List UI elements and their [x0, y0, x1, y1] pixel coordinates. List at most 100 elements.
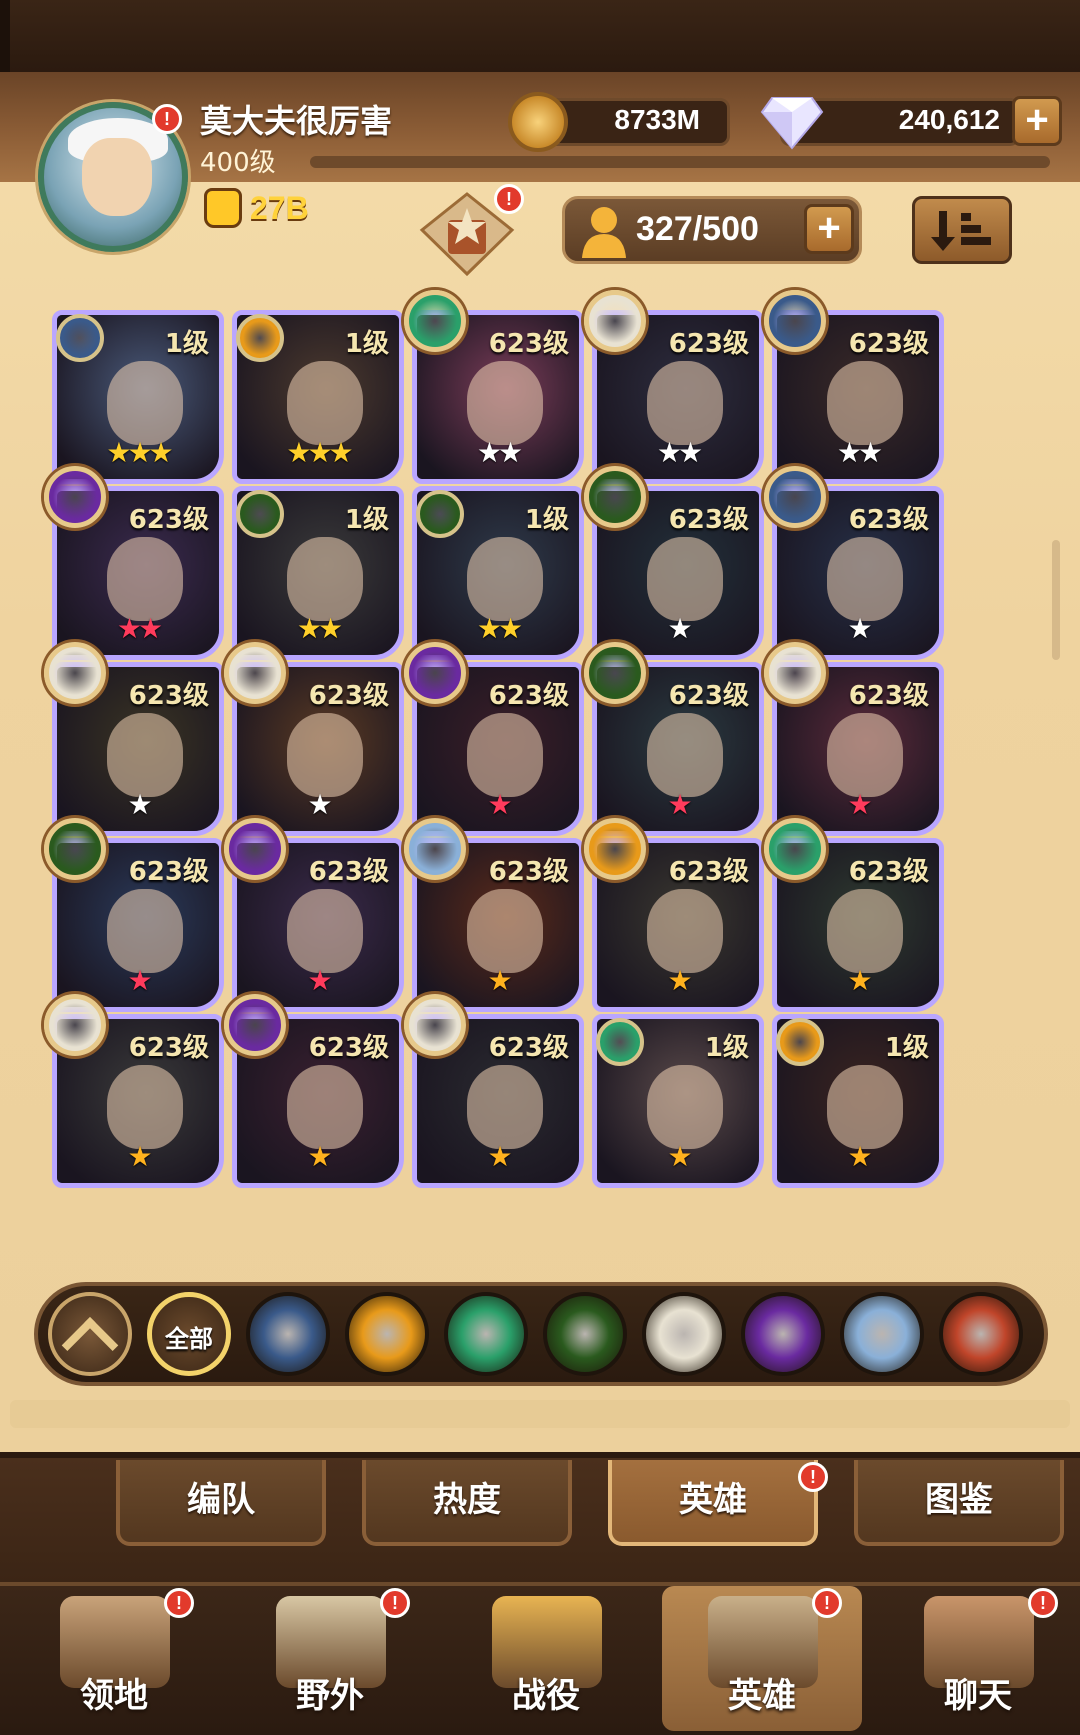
hero-head: [827, 361, 903, 445]
hero-stars: ★: [127, 964, 152, 997]
add-diamonds-button[interactable]: +: [1012, 96, 1062, 146]
mauler-faction-icon: [776, 1018, 824, 1066]
avatar-face: [82, 138, 152, 216]
hero-stars: ★: [847, 612, 872, 645]
wilder-faction-icon: [596, 1018, 644, 1066]
hero-level: 1级: [344, 505, 389, 535]
hero-stars: ★: [847, 788, 872, 821]
person-icon: [582, 207, 626, 258]
filter-wilder-button[interactable]: [444, 1292, 528, 1376]
player-level: 400级: [200, 148, 276, 178]
lightbearer-faction-icon: [764, 466, 826, 528]
chevron-up-icon: [61, 1317, 119, 1374]
hero-grid: 1级 ★★★ 1级 ★★★ 623级 ★★ 623级 ★★ 623级 ★★ 623级 ★★ 1级 ★★ 1级…: [44, 290, 1032, 1270]
filter-mauler-button[interactable]: [345, 1292, 429, 1376]
nav-label: 英雄: [728, 1676, 796, 1716]
graveborn-faction-icon: [44, 818, 106, 880]
graveborn-faction-icon: [584, 642, 646, 704]
hero-stars: ★: [487, 964, 512, 997]
hero-head: [647, 713, 723, 797]
hero-head: [107, 361, 183, 445]
hero-stars: ★: [667, 1140, 692, 1173]
player-power: 27B: [250, 190, 309, 226]
hero-head: [647, 889, 723, 973]
player-xp-bar: [310, 156, 1050, 168]
graveborn-faction-icon: [416, 490, 464, 538]
celestial-faction-icon: [44, 994, 106, 1056]
hero-stars: ★★★: [106, 436, 173, 469]
hero-head: [467, 361, 543, 445]
hero-stars: ★: [487, 1140, 512, 1173]
sort-icon: [931, 211, 991, 251]
hero-level: 623级: [668, 857, 749, 887]
hero-level: 1级: [164, 329, 209, 359]
add-hero-slots-button[interactable]: +: [804, 204, 854, 254]
hero-level: 1级: [524, 505, 569, 535]
hero-head: [827, 1065, 903, 1149]
hero-head: [287, 537, 363, 621]
hero-level: 623级: [488, 329, 569, 359]
roster-scrollbar[interactable]: [1052, 540, 1060, 660]
hero-stars: ★★: [476, 436, 523, 469]
tab-2[interactable]: 英雄: [608, 1460, 818, 1546]
tab-0[interactable]: 编队: [116, 1460, 326, 1546]
nav-label: 聊天: [944, 1676, 1012, 1716]
power-fist-icon: [204, 188, 242, 228]
hero-stars: ★: [847, 1140, 872, 1173]
hero-stars: ★: [307, 964, 332, 997]
hero-stars: ★: [127, 788, 152, 821]
lightbearer-faction-icon: [764, 290, 826, 352]
sort-button[interactable]: [912, 196, 1012, 264]
hero-stars: ★★: [476, 612, 523, 645]
tab-label: 英雄: [679, 1480, 747, 1520]
graveborn-faction-icon: [584, 466, 646, 528]
filter-graveborn-button[interactable]: [543, 1292, 627, 1376]
tab-notification-badge: !: [798, 1462, 828, 1492]
nav-notification-badge: !: [1028, 1588, 1058, 1618]
hero-level: 623级: [308, 857, 389, 887]
hero-slots-count: 327/500: [636, 210, 759, 248]
diamond-amount: 240,612: [898, 104, 1000, 135]
celestial-faction-icon: [224, 642, 286, 704]
hero-level: 623级: [308, 681, 389, 711]
hero-head: [647, 1065, 723, 1149]
emblem-notification-badge: !: [494, 184, 524, 214]
hypogean-faction-icon: [404, 642, 466, 704]
tab-label: 编队: [187, 1480, 255, 1520]
hero-head: [467, 1065, 543, 1149]
hero-stars: ★: [307, 788, 332, 821]
filter-ascend-filter-button[interactable]: [48, 1292, 132, 1376]
tab-3[interactable]: 图鉴: [854, 1460, 1064, 1546]
filter-celestial-button[interactable]: [642, 1292, 726, 1376]
hero-stars: ★★: [836, 436, 883, 469]
hero-level: 1级: [704, 1033, 749, 1063]
dimensional-faction-icon: [404, 818, 466, 880]
filter-hypogean-button[interactable]: [741, 1292, 825, 1376]
hypogean-faction-icon: [44, 466, 106, 528]
wilder-faction-icon: [404, 290, 466, 352]
avatar-notification-badge: !: [152, 104, 182, 134]
hero-level: 623级: [488, 1033, 569, 1063]
tab-1[interactable]: 热度: [362, 1460, 572, 1546]
filter-all-button[interactable]: 全部: [147, 1292, 231, 1376]
hero-level: 623级: [128, 1033, 209, 1063]
hero-head: [287, 713, 363, 797]
hero-level: 623级: [668, 329, 749, 359]
nav-label: 野外: [296, 1676, 364, 1716]
nav-notification-badge: !: [380, 1588, 410, 1618]
hero-stars: ★: [127, 1140, 152, 1173]
filter-lightbearer-button[interactable]: [246, 1292, 330, 1376]
hero-head: [827, 537, 903, 621]
mauler-faction-icon: [584, 818, 646, 880]
hero-head: [467, 537, 543, 621]
nav-item-2[interactable]: 战役: [446, 1586, 646, 1731]
hero-stars: ★: [667, 612, 692, 645]
hero-stars: ★: [487, 788, 512, 821]
filter-draconis-button[interactable]: [939, 1292, 1023, 1376]
hero-stars: ★: [307, 1140, 332, 1173]
hero-head: [647, 537, 723, 621]
filter-dimensional-button[interactable]: [840, 1292, 924, 1376]
hero-level: 623级: [488, 857, 569, 887]
hero-stars: ★: [847, 964, 872, 997]
hypogean-faction-icon: [224, 994, 286, 1056]
